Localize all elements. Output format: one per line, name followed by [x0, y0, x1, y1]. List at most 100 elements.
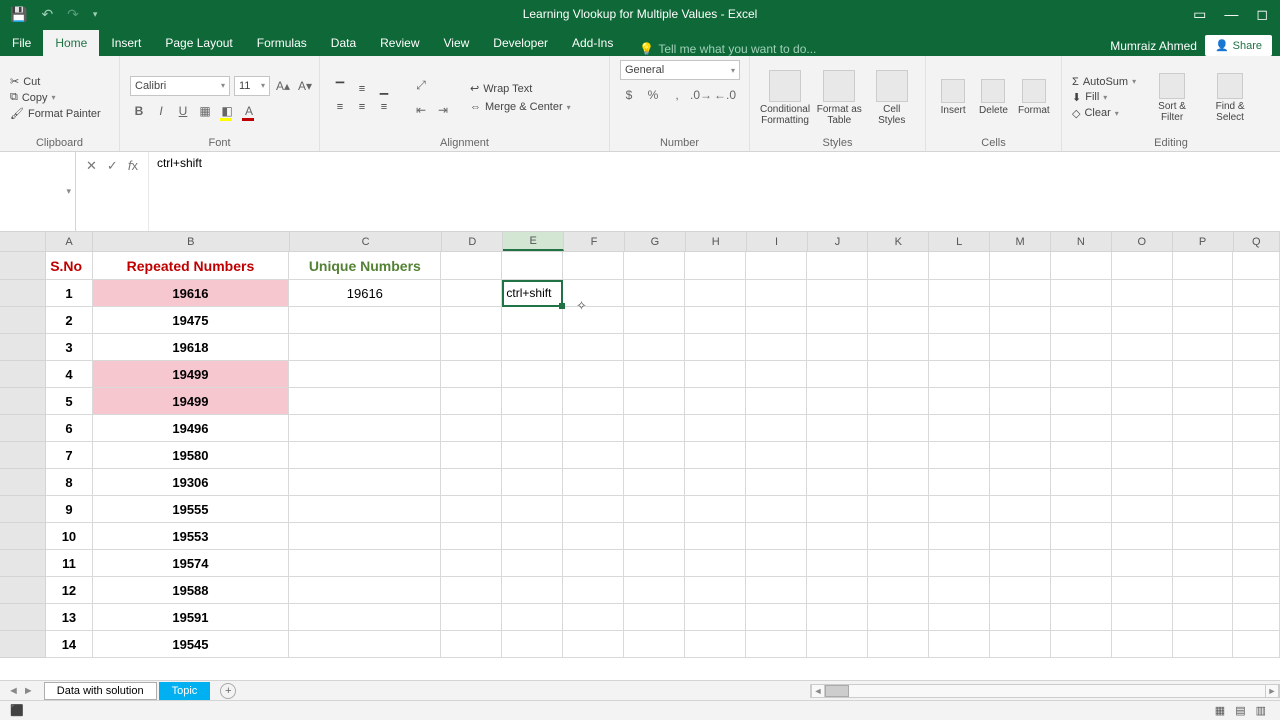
cell-H[interactable] — [685, 496, 746, 523]
col-header-F[interactable]: F — [564, 232, 625, 251]
cell-J[interactable] — [807, 631, 868, 658]
cell-E[interactable] — [502, 252, 563, 280]
cell-Q[interactable] — [1233, 334, 1280, 361]
decrease-font-icon[interactable]: A▾ — [296, 77, 314, 95]
cell-M[interactable] — [990, 523, 1051, 550]
cell-sno[interactable]: 6 — [46, 415, 93, 442]
cell-D[interactable] — [441, 388, 502, 415]
cell-unique[interactable] — [289, 307, 441, 334]
cell-N[interactable] — [1051, 604, 1112, 631]
cell-N[interactable] — [1051, 577, 1112, 604]
cell-F[interactable] — [563, 388, 624, 415]
cell-G[interactable] — [624, 442, 685, 469]
cell-K[interactable] — [868, 280, 929, 307]
cell-K[interactable] — [868, 496, 929, 523]
cell-repeated[interactable]: 19588 — [93, 577, 290, 604]
cell-D[interactable] — [441, 280, 502, 307]
cell-K[interactable] — [868, 415, 929, 442]
row-header[interactable] — [0, 252, 46, 280]
row-header-3[interactable] — [0, 334, 46, 361]
cell-P[interactable] — [1173, 280, 1234, 307]
cell-D[interactable] — [441, 604, 502, 631]
formula-input[interactable]: ctrl+shift — [149, 152, 1280, 231]
cell-Q[interactable] — [1233, 415, 1280, 442]
cell-M[interactable] — [990, 307, 1051, 334]
cell-P[interactable] — [1173, 550, 1234, 577]
cell-E[interactable] — [502, 523, 563, 550]
cell-H[interactable] — [685, 550, 746, 577]
cell-K[interactable] — [868, 523, 929, 550]
cell-M[interactable] — [990, 361, 1051, 388]
cell-K[interactable] — [868, 252, 929, 280]
cell-sno[interactable]: 13 — [46, 604, 93, 631]
row-header-10[interactable] — [0, 523, 46, 550]
cell-D[interactable] — [441, 334, 502, 361]
cell-H[interactable] — [685, 388, 746, 415]
format-as-table-button[interactable]: Format as Table — [816, 70, 862, 126]
cell-E[interactable] — [502, 361, 563, 388]
fill-button[interactable]: ⬇Fill▾ — [1072, 91, 1136, 104]
cell-J[interactable] — [807, 361, 868, 388]
underline-button[interactable]: U — [174, 102, 192, 120]
user-name[interactable]: Mumraiz Ahmed — [1110, 39, 1197, 53]
insert-cells-button[interactable]: Insert — [936, 79, 970, 116]
ribbon-options-icon[interactable]: ▭ — [1193, 6, 1206, 23]
cell-N[interactable] — [1051, 550, 1112, 577]
cell-M[interactable] — [990, 577, 1051, 604]
horizontal-scrollbar[interactable]: ◄ ► — [810, 684, 1280, 698]
sheet-nav-next-icon[interactable]: ► — [23, 685, 34, 697]
col-header-O[interactable]: O — [1112, 232, 1173, 251]
row-header-12[interactable] — [0, 577, 46, 604]
cell-O[interactable] — [1112, 577, 1173, 604]
cell-sno[interactable]: 10 — [46, 523, 93, 550]
col-header-B[interactable]: B — [93, 232, 290, 251]
cell-repeated[interactable]: 19306 — [93, 469, 290, 496]
row-header-9[interactable] — [0, 496, 46, 523]
cell-unique[interactable] — [289, 334, 441, 361]
cell-O[interactable] — [1112, 252, 1173, 280]
tab-developer[interactable]: Developer — [481, 30, 560, 56]
currency-icon[interactable]: $ — [620, 86, 638, 104]
share-button[interactable]: 👤 Share — [1205, 35, 1272, 56]
cell-M[interactable] — [990, 442, 1051, 469]
cell-G[interactable] — [624, 307, 685, 334]
col-header-I[interactable]: I — [747, 232, 808, 251]
col-header-J[interactable]: J — [808, 232, 869, 251]
maximize-icon[interactable]: ◻ — [1256, 6, 1268, 23]
comma-icon[interactable]: , — [668, 86, 686, 104]
cell-E[interactable] — [502, 307, 563, 334]
cell-O[interactable] — [1112, 604, 1173, 631]
col-header-G[interactable]: G — [625, 232, 686, 251]
cell-sno[interactable]: 12 — [46, 577, 93, 604]
cell-P[interactable] — [1173, 334, 1234, 361]
cell-P[interactable] — [1173, 631, 1234, 658]
cell-H[interactable] — [685, 334, 746, 361]
conditional-formatting-button[interactable]: Conditional Formatting — [760, 70, 810, 126]
cell-N[interactable] — [1051, 307, 1112, 334]
cell-M[interactable] — [990, 469, 1051, 496]
cell-L[interactable] — [929, 631, 990, 658]
cell-H[interactable] — [685, 604, 746, 631]
cell-N[interactable] — [1051, 388, 1112, 415]
font-color-button[interactable]: A — [240, 102, 258, 120]
sheet-nav-prev-icon[interactable]: ◄ — [8, 685, 19, 697]
cell-repeated[interactable]: 19591 — [93, 604, 290, 631]
cell-Q[interactable] — [1233, 523, 1280, 550]
minimize-icon[interactable]: — — [1224, 6, 1238, 23]
col-header-Q[interactable]: Q — [1234, 232, 1280, 251]
cell-M[interactable] — [990, 604, 1051, 631]
cell-F[interactable] — [563, 442, 624, 469]
row-header-1[interactable] — [0, 280, 46, 307]
page-layout-view-icon[interactable]: ▤ — [1235, 704, 1245, 717]
cell-E[interactable] — [502, 469, 563, 496]
spreadsheet-grid[interactable]: ABCDEFGHIJKLMNOPQ S.NoRepeated NumbersUn… — [0, 232, 1280, 680]
cell-I[interactable] — [746, 604, 807, 631]
cell-F[interactable] — [563, 307, 624, 334]
cell-P[interactable] — [1173, 415, 1234, 442]
cell-P[interactable] — [1173, 361, 1234, 388]
cell-Q[interactable] — [1233, 496, 1280, 523]
cell-K[interactable] — [868, 307, 929, 334]
cell-F[interactable] — [563, 469, 624, 496]
font-size-combo[interactable]: 11▾ — [234, 76, 270, 96]
row-header-7[interactable] — [0, 442, 46, 469]
